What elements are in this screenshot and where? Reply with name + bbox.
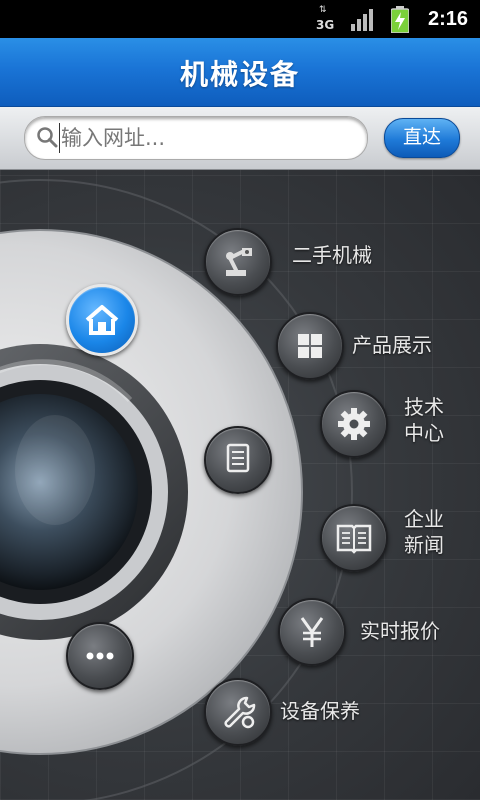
signal-icon [351,9,373,31]
tech-center-label-line1: 技术 [404,395,444,419]
gear-icon [338,408,370,440]
product-showcase-button[interactable] [276,312,344,380]
company-news-label-line2: 新闻 [404,533,444,557]
price-quotes-button[interactable] [278,598,346,666]
company-news-button[interactable] [320,504,388,572]
used-machinery-button[interactable] [204,228,272,296]
search-bar: 直达 [0,107,480,170]
yen-icon [300,617,324,647]
tech-center-label-line2: 中心 [404,421,444,445]
home-button[interactable] [66,284,138,356]
battery-charging-icon [391,6,409,33]
url-input[interactable] [59,123,359,153]
title-bar: 机械设备 [0,38,480,108]
maintenance-button[interactable] [204,678,272,746]
wrench-icon [224,696,256,729]
search-icon [37,127,58,148]
home-icon [85,305,119,335]
used-machinery-label[interactable]: 二手机械 [292,242,372,268]
status-time: 2:16 [428,8,469,30]
grid-icon [298,334,322,358]
maintenance-label[interactable]: 设备保养 [280,698,360,724]
more-icon [86,652,114,660]
more-button[interactable] [66,622,134,690]
document-button[interactable] [204,426,272,494]
robot-arm-icon [226,248,252,276]
price-quotes-label[interactable]: 实时报价 [360,618,440,644]
page-title: 机械设备 [179,58,300,91]
book-icon [336,524,372,554]
status-bar: ⇅ 3G 2:16 [0,0,480,38]
company-news-label[interactable]: 企业 新闻 [404,506,444,558]
network-3g-icon: ⇅ 3G [316,5,335,33]
tech-center-button[interactable] [320,390,388,458]
document-icon [226,443,250,473]
main-menu-area: 二手机械 产品展示 技术 中心 企业 新闻 实时报价 设备保养 [0,170,480,800]
go-button[interactable]: 直达 [384,118,460,158]
product-showcase-label[interactable]: 产品展示 [352,332,432,358]
company-news-label-line1: 企业 [404,507,444,531]
tech-center-label[interactable]: 技术 中心 [404,394,444,446]
url-field-container[interactable] [24,116,368,160]
